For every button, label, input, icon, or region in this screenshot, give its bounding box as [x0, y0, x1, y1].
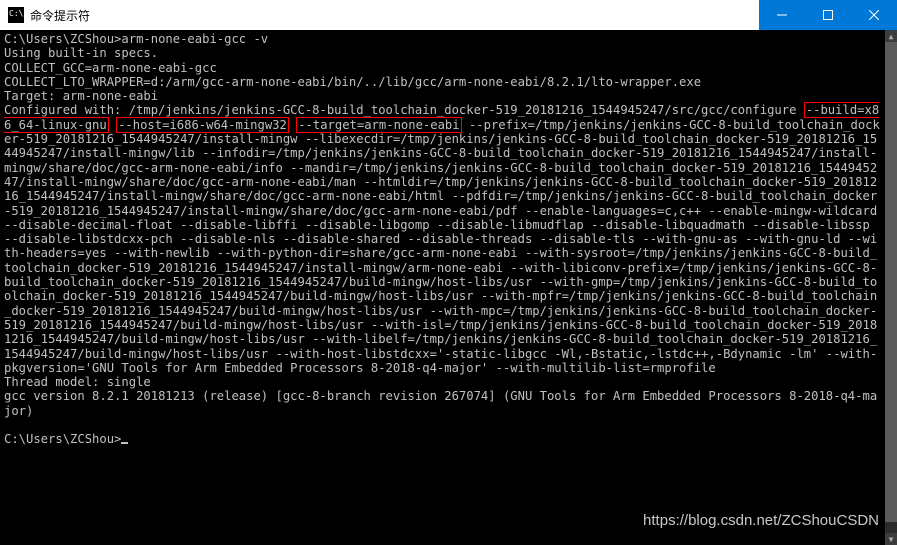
output-line: COLLECT_LTO_WRAPPER=d:/arm/gcc-arm-none-…	[4, 75, 701, 89]
maximize-icon	[823, 10, 833, 20]
cursor-icon	[121, 442, 128, 444]
minimize-icon	[777, 10, 787, 20]
close-button[interactable]	[851, 0, 897, 30]
watermark: https://blog.csdn.net/ZCShouCSDN	[643, 512, 879, 529]
scroll-up-button[interactable]: ▲	[885, 30, 897, 42]
highlight-host: --host=i686-w64-mingw32	[116, 117, 289, 133]
cfg-text: Configured with: /tmp/jenkins/jenkins-GC…	[4, 103, 804, 117]
cfg-text	[109, 118, 116, 132]
window-buttons	[759, 0, 897, 30]
window-title: 命令提示符	[30, 7, 90, 24]
scrollbar[interactable]: ▲ ▼	[885, 30, 897, 545]
titlebar[interactable]: 命令提示符	[0, 0, 897, 30]
scroll-thumb[interactable]	[885, 42, 897, 522]
output-line: COLLECT_GCC=arm-none-eabi-gcc	[4, 61, 217, 75]
maximize-button[interactable]	[805, 0, 851, 30]
close-icon	[869, 10, 879, 20]
prompt: C:\Users\ZCShou>	[4, 432, 121, 446]
output-line: Target: arm-none-eabi	[4, 89, 158, 103]
output-configured: Configured with: /tmp/jenkins/jenkins-GC…	[4, 102, 885, 374]
output-line: Thread model: single	[4, 375, 151, 389]
cfg-text: --prefix=/tmp/jenkins/jenkins-GCC-8-buil…	[4, 118, 885, 375]
cmd-icon	[8, 7, 24, 23]
terminal-output[interactable]: C:\Users\ZCShou>arm-none-eabi-gcc -v Usi…	[0, 30, 885, 545]
output-line: gcc version 8.2.1 20181213 (release) [gc…	[4, 389, 877, 417]
minimize-button[interactable]	[759, 0, 805, 30]
output-line: C:\Users\ZCShou>arm-none-eabi-gcc -v	[4, 32, 268, 46]
output-line: Using built-in specs.	[4, 46, 158, 60]
highlight-target: --target=arm-none-eabi	[296, 117, 461, 133]
scroll-down-button[interactable]: ▼	[885, 533, 897, 545]
